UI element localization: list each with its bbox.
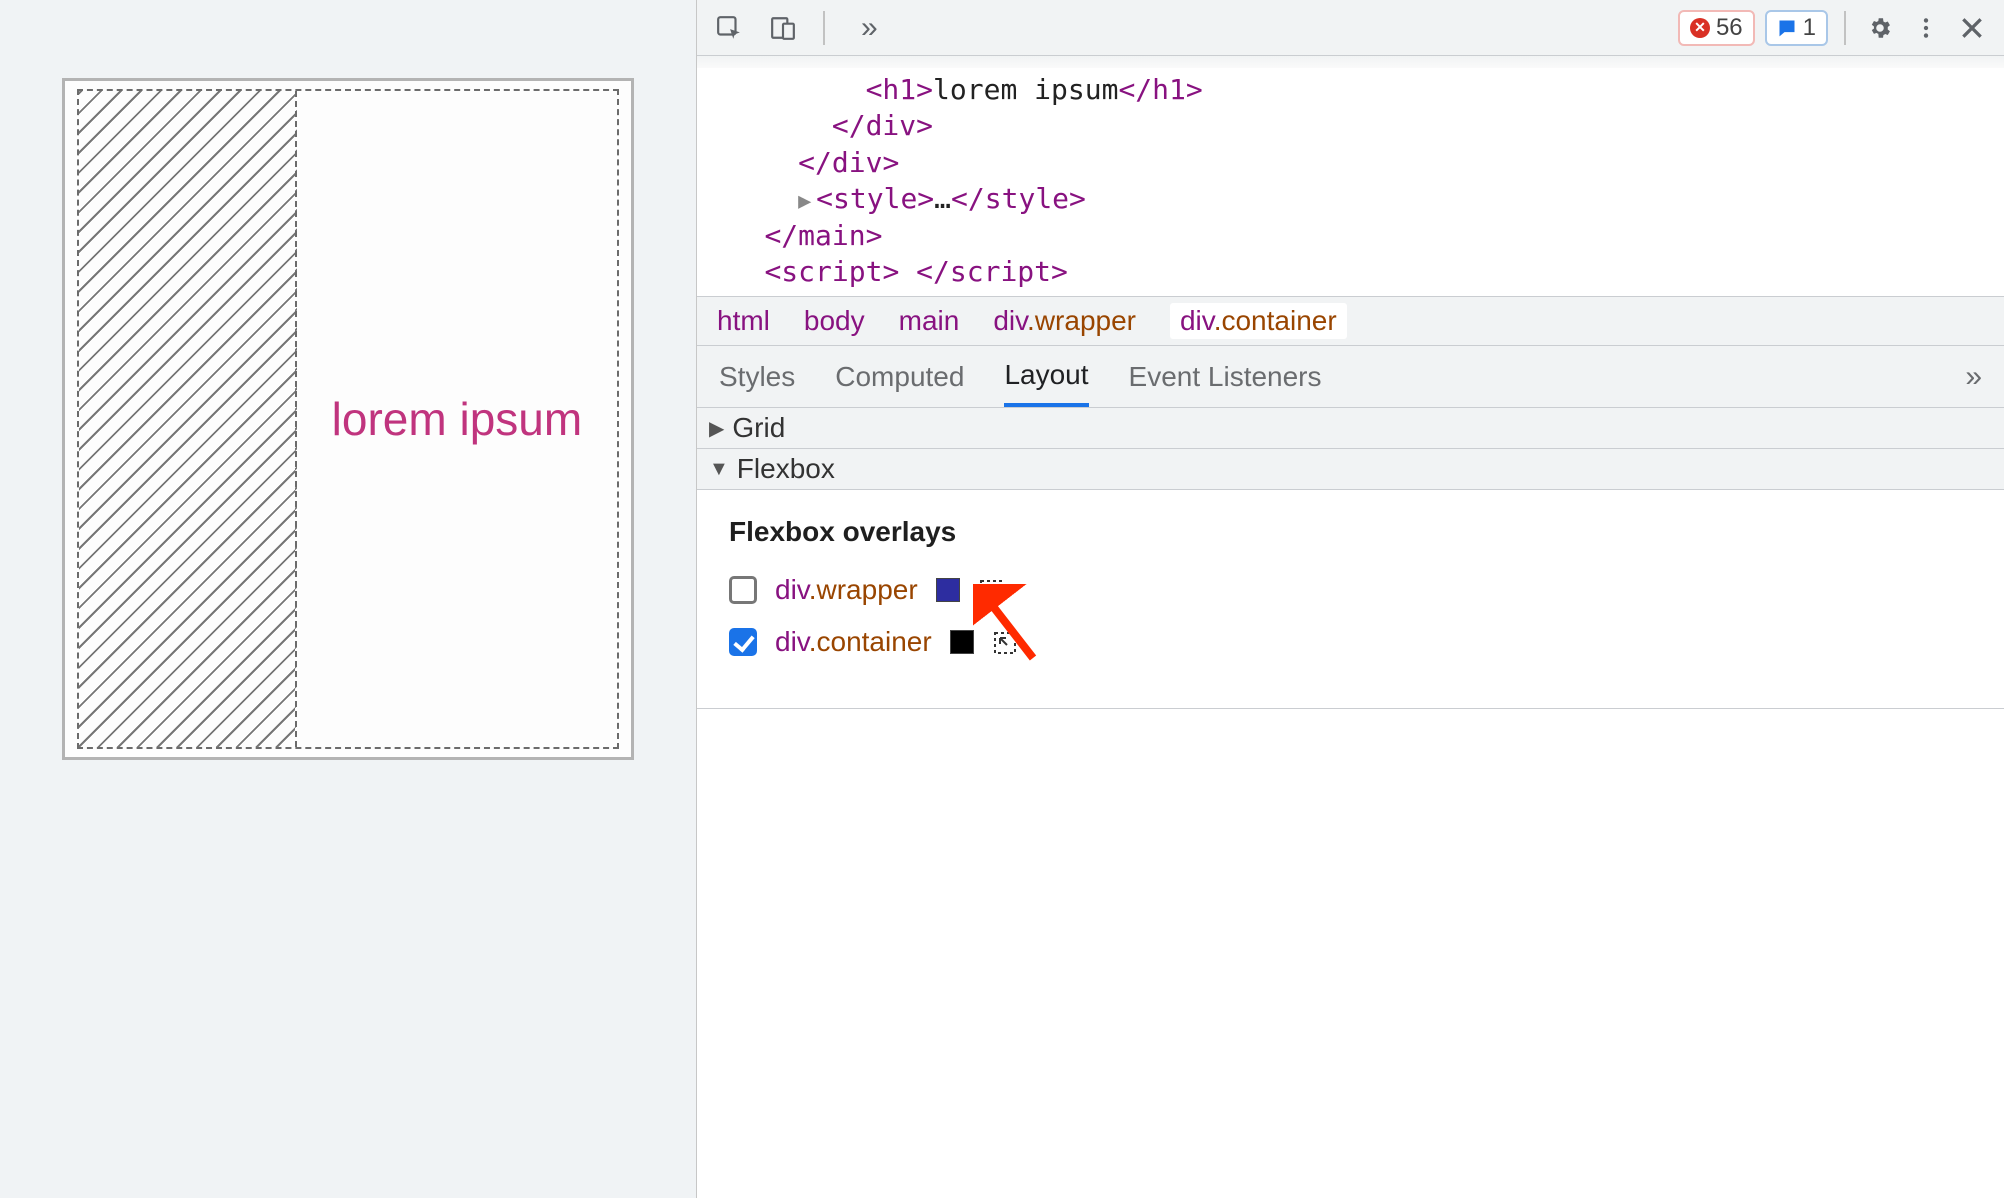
close-icon[interactable] xyxy=(1954,10,1990,46)
code-line[interactable]: <h1>lorem ipsum</h1> xyxy=(697,72,2004,108)
chevron-down-icon: ▼ xyxy=(709,458,729,481)
overlay-wrapper-reveal-icon[interactable] xyxy=(978,578,1004,602)
section-grid-label: Grid xyxy=(732,412,785,444)
messages-count: 1 xyxy=(1803,14,1816,42)
error-icon: ✕ xyxy=(1690,18,1710,38)
errors-count: 56 xyxy=(1716,14,1743,42)
section-flexbox[interactable]: ▼ Flexbox xyxy=(697,449,2004,490)
preview-pane: lorem ipsum xyxy=(0,0,696,1198)
preview-outer: lorem ipsum xyxy=(62,78,634,760)
more-tabs-icon[interactable]: » xyxy=(1965,360,1982,394)
overlay-container-color-swatch[interactable] xyxy=(950,630,974,654)
overlay-row-wrapper: div.wrapper xyxy=(729,574,1972,606)
devtools-panel: » ✕ 56 1 <h1>lorem ip xyxy=(696,0,2004,1198)
code-line[interactable]: ▶<style>…</style> xyxy=(697,181,2004,217)
elements-tree[interactable]: <h1>lorem ipsum</h1> </div> </div> ▶<sty… xyxy=(697,68,2004,296)
code-line[interactable]: </main> xyxy=(697,218,2004,254)
section-grid[interactable]: ▶ Grid xyxy=(697,408,2004,449)
breadcrumb: html body main div.wrapper div.container xyxy=(697,296,2004,346)
tab-layout[interactable]: Layout xyxy=(1004,347,1088,407)
code-line[interactable]: <script> </script> xyxy=(697,254,2004,290)
code-line[interactable]: </div> xyxy=(697,145,2004,181)
code-line[interactable]: </div> xyxy=(697,108,2004,144)
toolbar-divider xyxy=(1844,11,1846,45)
breadcrumb-item[interactable]: body xyxy=(804,305,865,337)
toolbar-divider xyxy=(823,11,825,45)
flex-overlay-box: lorem ipsum xyxy=(77,89,619,749)
flexbox-overlays-body: Flexbox overlays div.wrapper div.contain… xyxy=(697,490,2004,709)
code-fade xyxy=(697,56,2004,68)
inspect-element-icon[interactable] xyxy=(711,10,747,46)
overlay-wrapper-checkbox[interactable] xyxy=(729,576,757,604)
tab-event-listeners[interactable]: Event Listeners xyxy=(1129,349,1322,405)
tab-computed[interactable]: Computed xyxy=(835,349,964,405)
flex-free-space-hatch xyxy=(79,91,297,747)
breadcrumb-item[interactable]: html xyxy=(717,305,770,337)
tab-styles[interactable]: Styles xyxy=(719,349,795,405)
overlay-wrapper-selector[interactable]: div.wrapper xyxy=(775,574,918,606)
chevron-right-icon: ▶ xyxy=(709,416,724,441)
breadcrumb-item-active[interactable]: div.container xyxy=(1170,303,1347,339)
kebab-icon[interactable] xyxy=(1908,10,1944,46)
sidepanel-tabs: Styles Computed Layout Event Listeners » xyxy=(697,346,2004,408)
more-panels-icon[interactable]: » xyxy=(861,11,878,45)
preview-heading: lorem ipsum xyxy=(297,91,617,747)
device-toggle-icon[interactable] xyxy=(765,10,801,46)
breadcrumb-item[interactable]: main xyxy=(899,305,960,337)
message-icon xyxy=(1777,18,1797,38)
devtools-toolbar: » ✕ 56 1 xyxy=(697,0,2004,56)
overlay-wrapper-color-swatch[interactable] xyxy=(936,578,960,602)
flexbox-overlays-title: Flexbox overlays xyxy=(729,516,1972,548)
overlay-row-container: div.container xyxy=(729,626,1972,658)
overlay-container-reveal-icon[interactable] xyxy=(992,630,1018,654)
expand-icon[interactable]: ▶ xyxy=(798,188,816,217)
errors-badge[interactable]: ✕ 56 xyxy=(1678,10,1755,46)
messages-badge[interactable]: 1 xyxy=(1765,10,1828,46)
breadcrumb-item[interactable]: div.wrapper xyxy=(993,305,1136,337)
overlay-container-selector[interactable]: div.container xyxy=(775,626,932,658)
section-flexbox-label: Flexbox xyxy=(737,453,835,485)
overlay-container-checkbox[interactable] xyxy=(729,628,757,656)
gear-icon[interactable] xyxy=(1862,10,1898,46)
